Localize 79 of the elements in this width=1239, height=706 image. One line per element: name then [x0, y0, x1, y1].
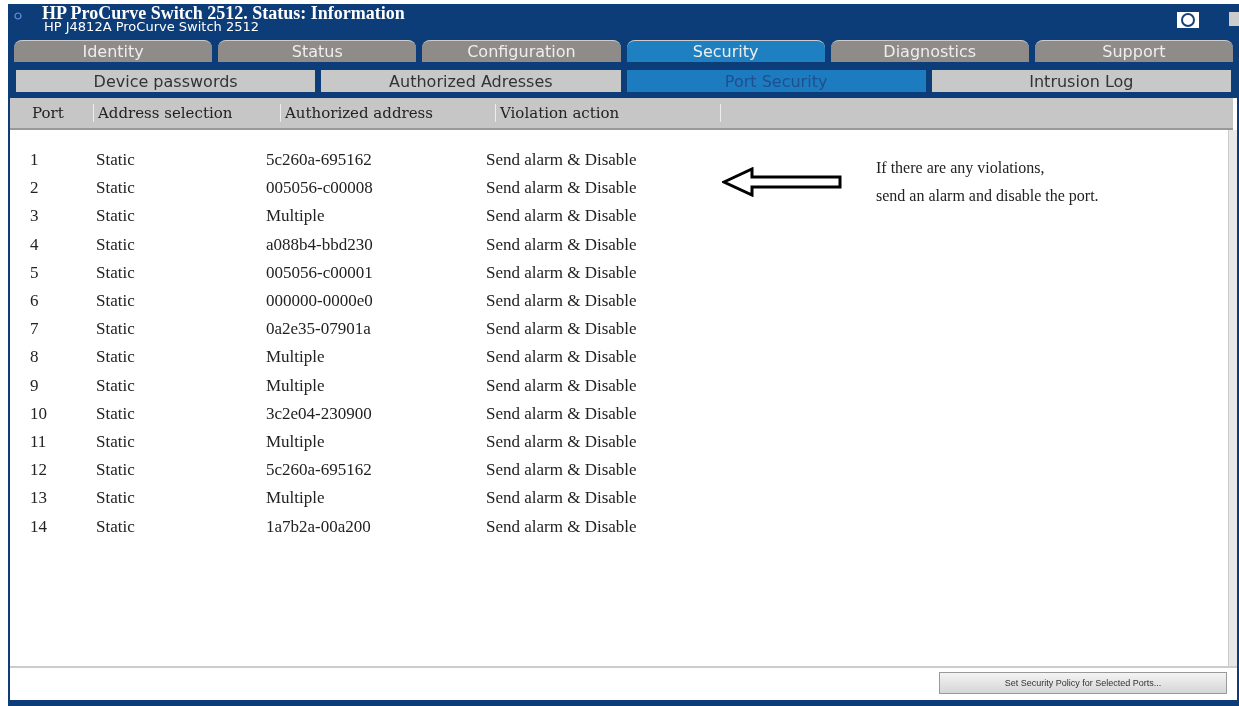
- help-icon[interactable]: [1229, 12, 1239, 26]
- table-cell-text: 0a2e35-07901a: [266, 319, 372, 340]
- table-cell-text: 5c260a-695162: [266, 150, 373, 171]
- window-subtitle: HP J4812A ProCurve Switch 2512: [44, 20, 260, 34]
- scrollbar[interactable]: [1228, 130, 1237, 666]
- table-cell-text: 2: [29, 178, 40, 199]
- table-cell-text: Send alarm & Disable: [486, 234, 638, 255]
- table-cell-text: Static: [96, 375, 136, 396]
- tab[interactable]: Configuration: [422, 40, 621, 62]
- set-policy-button[interactable]: Set Security Policy for Selected Ports...: [939, 672, 1227, 694]
- subtab[interactable]: Device passwords: [16, 70, 316, 92]
- table-cell-text: 3: [29, 206, 40, 227]
- tab[interactable]: Support: [1034, 40, 1234, 62]
- table-cell-text: Multiple: [266, 206, 326, 227]
- table-cell-text: Send alarm & Disable: [486, 291, 638, 312]
- table-cell-text: Static: [96, 150, 136, 171]
- table-cell-text: Send alarm & Disable: [486, 460, 638, 481]
- table-cell-text: Static: [96, 460, 136, 481]
- table-cell-text: Send alarm & Disable: [486, 206, 638, 227]
- table-cell-text: Static: [96, 347, 136, 368]
- table-cell-text: Multiple: [266, 375, 326, 396]
- table-cell-text: 5c260a-695162: [266, 460, 373, 481]
- table-cell-text: Static: [96, 262, 136, 283]
- table-cell-text: Static: [96, 178, 136, 199]
- table-cell-text: 13: [29, 488, 48, 509]
- table-cell-text: 1a7b2a-00a200: [266, 516, 372, 537]
- logo-icon: [1177, 12, 1199, 28]
- column-header: Port: [10, 104, 94, 122]
- table-cell-text: Static: [96, 488, 136, 509]
- table-cell-text: 11: [29, 431, 48, 452]
- table-cell-text: 14: [29, 516, 48, 537]
- table-cell-text: Send alarm & Disable: [486, 178, 638, 199]
- table-cell-text: 7: [29, 319, 40, 340]
- subtab[interactable]: Intrusion Log: [931, 70, 1231, 92]
- column-header: Address selection: [94, 104, 281, 122]
- table-cell-text: 9: [29, 375, 40, 396]
- table-cell-text: Multiple: [266, 431, 326, 452]
- tab[interactable]: Identity: [14, 40, 213, 62]
- table-cell-text: Send alarm & Disable: [486, 347, 638, 368]
- column-header: Authorized address: [281, 104, 496, 122]
- table-cell-text: 005056-c00001: [266, 262, 374, 283]
- table-cell-text: Send alarm & Disable: [486, 319, 638, 340]
- table-cell-text: Static: [96, 234, 136, 255]
- table-cell-text: 3c2e04-230900: [266, 403, 373, 424]
- annotation-text: send an alarm and disable the port.: [876, 186, 1099, 207]
- tab[interactable]: Status: [218, 40, 417, 62]
- table-cell-text: Send alarm & Disable: [486, 150, 638, 171]
- table-cell-text: Static: [96, 516, 136, 537]
- subtab[interactable]: Authorized Adresses: [321, 70, 621, 92]
- table-cell-text: Send alarm & Disable: [486, 516, 638, 537]
- column-header: Violation action: [496, 104, 721, 122]
- table-cell-text: Send alarm & Disable: [486, 262, 638, 283]
- table-cell-text: Multiple: [266, 347, 326, 368]
- table-cell-text: 8: [29, 347, 40, 368]
- arrow-icon: [722, 167, 842, 197]
- table-cell-text: 1: [29, 150, 40, 171]
- table-cell-text: Multiple: [266, 488, 326, 509]
- table-cell-text: Static: [96, 206, 136, 227]
- table-cell-text: 4: [29, 234, 40, 255]
- table-cell-text: Send alarm & Disable: [486, 431, 638, 452]
- window-title: HP ProCurve Switch 2512. Status: Information: [42, 6, 405, 20]
- table-cell-text: 10: [29, 403, 48, 424]
- table-cell-text: 000000-0000e0: [266, 291, 374, 312]
- table-cell-text: Static: [96, 319, 136, 340]
- table-cell-text: Static: [96, 431, 136, 452]
- tab[interactable]: Diagnostics: [830, 40, 1029, 62]
- annotation-text: If there are any violations,: [876, 158, 1046, 179]
- table-cell-text: Send alarm & Disable: [486, 488, 638, 509]
- table-cell-text: Static: [96, 291, 136, 312]
- app-icon: [14, 12, 22, 20]
- table-cell-text: Static: [96, 403, 136, 424]
- table-cell-text: Send alarm & Disable: [486, 403, 638, 424]
- table-cell-text: Send alarm & Disable: [486, 375, 638, 396]
- table-cell-text: 6: [29, 291, 40, 312]
- tab[interactable]: Security: [626, 40, 825, 62]
- table-cell-text: a088b4-bbd230: [266, 234, 374, 255]
- table-cell-text: 005056-c00008: [266, 178, 374, 199]
- table-cell-text: 12: [29, 460, 48, 481]
- table-cell-text: 5: [29, 262, 40, 283]
